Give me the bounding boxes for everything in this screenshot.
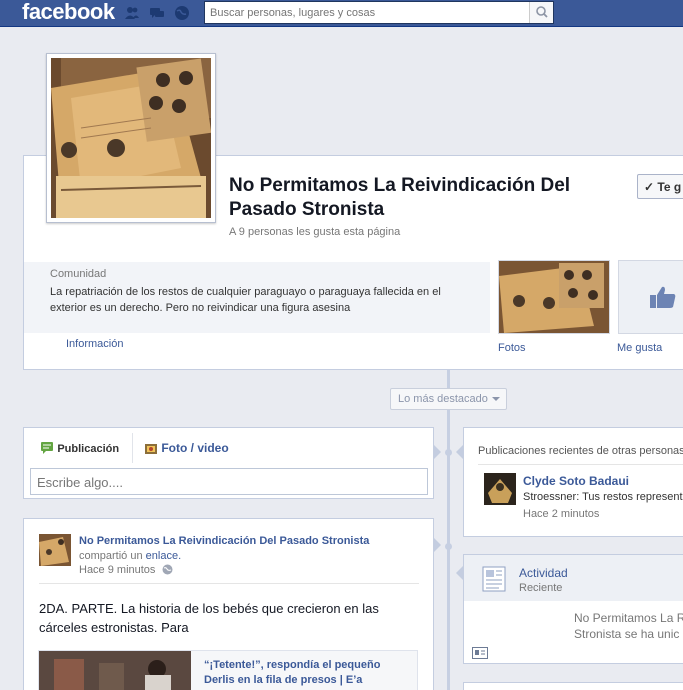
like-page-button[interactable]: ✓ Te g [637, 174, 683, 199]
post-author-avatar[interactable] [39, 534, 71, 566]
recent-posts-card: Publicaciones recientes de otras persona… [463, 427, 683, 537]
recent-post-time[interactable]: Hace 2 minutos [523, 508, 599, 520]
page-category: Comunidad [50, 268, 107, 280]
activity-news-icon [482, 566, 506, 592]
next-sidebar-card [463, 682, 683, 690]
top-navigation-bar: facebook [0, 0, 683, 27]
post-author-name[interactable]: No Permitamos La Reivindicación Del Pasa… [79, 535, 369, 547]
recent-posts-heading: Publicaciones recientes de otras persona… [478, 445, 683, 457]
photos-tile-label[interactable]: Fotos [498, 342, 526, 354]
post-action: compartió un enlace. [79, 550, 181, 562]
timeline-pointer [456, 566, 463, 580]
tab-publication-label: Publicación [57, 443, 120, 455]
activity-card: Actividad Reciente No Permitamos La R St… [463, 554, 683, 664]
likes-tile-label[interactable]: Me gusta [617, 342, 662, 354]
post-timestamp[interactable]: Hace 9 minutos [79, 564, 173, 576]
recent-post-snippet: Stroessner: Tus restos representa [523, 491, 683, 503]
search-icon [536, 6, 548, 18]
post-divider [39, 583, 419, 584]
recent-author-avatar[interactable] [484, 473, 516, 505]
page-likes-count: A 9 personas les gusta esta página [229, 226, 401, 238]
activity-text-line1: No Permitamos La R [574, 611, 683, 625]
shared-link[interactable]: enlace. [146, 550, 181, 562]
tab-publication[interactable]: Publicación [40, 441, 119, 455]
composer-input[interactable]: Escribe algo.... [30, 468, 428, 495]
timeline-node [445, 543, 452, 550]
tab-divider [132, 433, 133, 463]
timeline-pointer [434, 538, 441, 552]
search-input[interactable] [205, 2, 527, 23]
search-button[interactable] [529, 2, 553, 23]
tab-photo-video[interactable]: Foto / video [144, 441, 229, 455]
timeline-node [445, 449, 452, 456]
activity-text-line2: Stronista se ha unic [574, 627, 680, 641]
info-link[interactable]: Información [66, 338, 123, 350]
activity-subtitle: Reciente [519, 582, 563, 594]
link-preview-image [39, 651, 191, 690]
link-preview-title[interactable]: “¡Tetente!”, respondía el pequeño Derlis… [204, 658, 404, 688]
messages-icon[interactable] [149, 5, 165, 21]
post-action-prefix: compartió un [79, 550, 146, 562]
search-bar [204, 1, 554, 24]
composer-card: Publicación Foto / video Escribe algo...… [23, 427, 434, 499]
photos-tile[interactable] [498, 260, 610, 334]
filter-label: Lo más destacado [398, 393, 488, 405]
highlights-filter-dropdown[interactable]: Lo más destacado [390, 388, 507, 410]
page-description: La repatriación de los restos de cualqui… [50, 286, 441, 314]
timeline-pointer [434, 445, 441, 459]
activity-title[interactable]: Actividad [519, 566, 568, 580]
notifications-globe-icon[interactable] [174, 5, 190, 21]
post-time-text: Hace 9 minutos [79, 564, 156, 576]
tab-photo-video-label: Foto / video [161, 441, 229, 455]
post-text: 2DA. PARTE. La historia de los bebés que… [39, 601, 379, 635]
photos-thumbnail [499, 261, 609, 333]
chevron-down-icon [492, 397, 500, 401]
facebook-logo[interactable]: facebook [22, 0, 115, 25]
recent-author-name[interactable]: Clyde Soto Badaui [523, 474, 629, 488]
public-globe-icon[interactable] [162, 564, 173, 575]
activity-text: No Permitamos La R Stronista se ha unic [574, 610, 683, 642]
status-bubble-icon [41, 442, 53, 454]
friend-requests-icon[interactable] [124, 5, 140, 21]
timeline-spine [447, 370, 450, 690]
camera-icon [145, 444, 157, 454]
page-title: No Permitamos La Reivindicación Del Pasa… [229, 175, 571, 220]
page-badge-icon [472, 647, 488, 659]
timeline-pointer [456, 445, 463, 459]
old-documents-photo [51, 58, 212, 218]
profile-picture[interactable] [46, 53, 216, 223]
recent-divider [478, 464, 683, 465]
thumbs-up-icon [650, 286, 676, 308]
likes-tile[interactable] [618, 260, 683, 334]
